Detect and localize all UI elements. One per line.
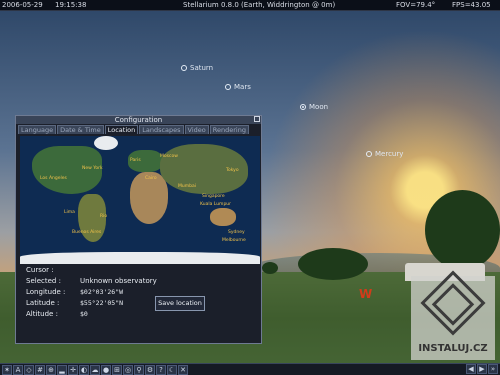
city-label: Sydney: [228, 230, 245, 235]
city-label: Los Angeles: [40, 176, 67, 181]
save-location-button[interactable]: Save location: [155, 296, 205, 311]
mount-icon[interactable]: ⊞: [112, 364, 122, 375]
sky-object-saturn[interactable]: Saturn: [181, 64, 213, 72]
longitude-value[interactable]: $02°03'26"W: [80, 288, 123, 296]
tab-date-time[interactable]: Date & Time: [57, 125, 104, 134]
sky-object-moon[interactable]: Moon: [300, 103, 328, 111]
search-icon[interactable]: ⚲: [134, 364, 144, 375]
city-label: New York: [82, 166, 103, 171]
watermark: INSTALUJ.CZ: [411, 270, 495, 360]
status-bar: 2006-05-29 19:15:38 Stellarium 0.8.0 (Ea…: [0, 0, 500, 11]
nebula-icon[interactable]: ☁: [90, 364, 100, 375]
tab-language[interactable]: Language: [18, 125, 57, 134]
instaluj-logo-icon: [420, 270, 486, 336]
planet-icon[interactable]: ●: [101, 364, 111, 375]
tab-rendering[interactable]: Rendering: [209, 125, 249, 134]
time-controls: ◀ ▶ »: [466, 364, 498, 374]
help-icon[interactable]: ?: [156, 364, 166, 375]
cardinal-points-icon[interactable]: ✛: [68, 364, 78, 375]
close-icon[interactable]: [254, 116, 260, 122]
city-label: Melbourne: [222, 238, 246, 243]
planet-marker-icon: [225, 84, 231, 90]
app-title: Stellarium 0.8.0 (Earth, Widdrington @ 0…: [183, 1, 336, 9]
tree: [298, 248, 368, 280]
constellation-icon[interactable]: ✶: [2, 364, 12, 375]
city-label: Kuala Lumpur: [200, 202, 231, 207]
window-title[interactable]: Configuration: [16, 116, 261, 124]
world-map[interactable]: New York Singapore Rio Buenos Aires Mumb…: [20, 136, 260, 264]
tree: [425, 190, 500, 270]
tab-landscapes[interactable]: Landscapes: [139, 125, 184, 134]
greenland: [94, 136, 118, 150]
cursor-label: Cursor :: [26, 265, 54, 274]
altitude-value[interactable]: $0: [80, 310, 88, 318]
night-mode-icon[interactable]: ☾: [167, 364, 177, 375]
date-text: 2006-05-29: [2, 1, 43, 9]
sky-object-mars[interactable]: Mars: [225, 83, 251, 91]
fps-text: FPS=43.05: [452, 1, 491, 9]
planet-marker-icon: [181, 65, 187, 71]
sky-object-mercury[interactable]: Mercury: [366, 150, 403, 158]
watermark-text: INSTALUJ.CZ: [418, 343, 488, 354]
equatorial-grid-icon[interactable]: ⊕: [46, 364, 56, 375]
rewind-icon[interactable]: ◀: [466, 364, 476, 374]
altitude-label: Altitude :: [26, 309, 58, 318]
azimuth-grid-icon[interactable]: #: [35, 364, 45, 375]
city-label: Singapore: [202, 194, 225, 199]
city-label: Moscow: [160, 154, 178, 159]
city-label: Tokyo: [226, 168, 239, 173]
fast-forward-icon[interactable]: »: [488, 364, 498, 374]
fov-text: FOV=79.4°: [396, 1, 436, 9]
selected-label: Selected :: [26, 276, 61, 285]
city-label: Mumbai: [178, 184, 196, 189]
tab-location[interactable]: Location: [104, 125, 139, 134]
longitude-label: Longitude :: [26, 287, 66, 296]
city-label: Buenos Aires: [72, 230, 102, 235]
tab-video[interactable]: Video: [184, 125, 209, 134]
antarctica: [20, 252, 260, 264]
planet-marker-icon: [366, 151, 372, 157]
track-icon[interactable]: ◎: [123, 364, 133, 375]
config-icon[interactable]: ⚙: [145, 364, 155, 375]
city-label: Paris: [130, 158, 141, 163]
time-text: 19:15:38: [55, 1, 87, 9]
play-icon[interactable]: ▶: [477, 364, 487, 374]
constellation-art-icon[interactable]: ◇: [24, 364, 34, 375]
configuration-window: Configuration Language Date & Time Locat…: [15, 115, 262, 344]
constellation-names-icon[interactable]: A: [13, 364, 23, 375]
atmosphere-icon[interactable]: ◐: [79, 364, 89, 375]
moon-marker-icon: [300, 104, 306, 110]
tree: [262, 262, 278, 274]
location-info: Cursor : Selected : Unknown observatory L…: [26, 264, 157, 319]
continent-australia: [210, 208, 236, 226]
selected-value: Unknown observatory: [80, 276, 157, 285]
tab-bar: Language Date & Time Location Landscapes…: [16, 124, 261, 134]
latitude-value[interactable]: $55°22'05"N: [80, 299, 123, 307]
city-label: Rio: [100, 214, 108, 219]
city-label: Cairo: [145, 176, 157, 181]
quit-icon[interactable]: ✕: [178, 364, 188, 375]
cardinal-west: W: [359, 287, 373, 301]
ground-icon[interactable]: ▂: [57, 364, 67, 375]
bottom-toolbar: ✶ A ◇ # ⊕ ▂ ✛ ◐ ☁ ● ⊞ ◎ ⚲ ⚙ ? ☾ ✕: [0, 363, 500, 375]
city-label: Lima: [64, 210, 75, 215]
latitude-label: Latitude :: [26, 298, 60, 307]
